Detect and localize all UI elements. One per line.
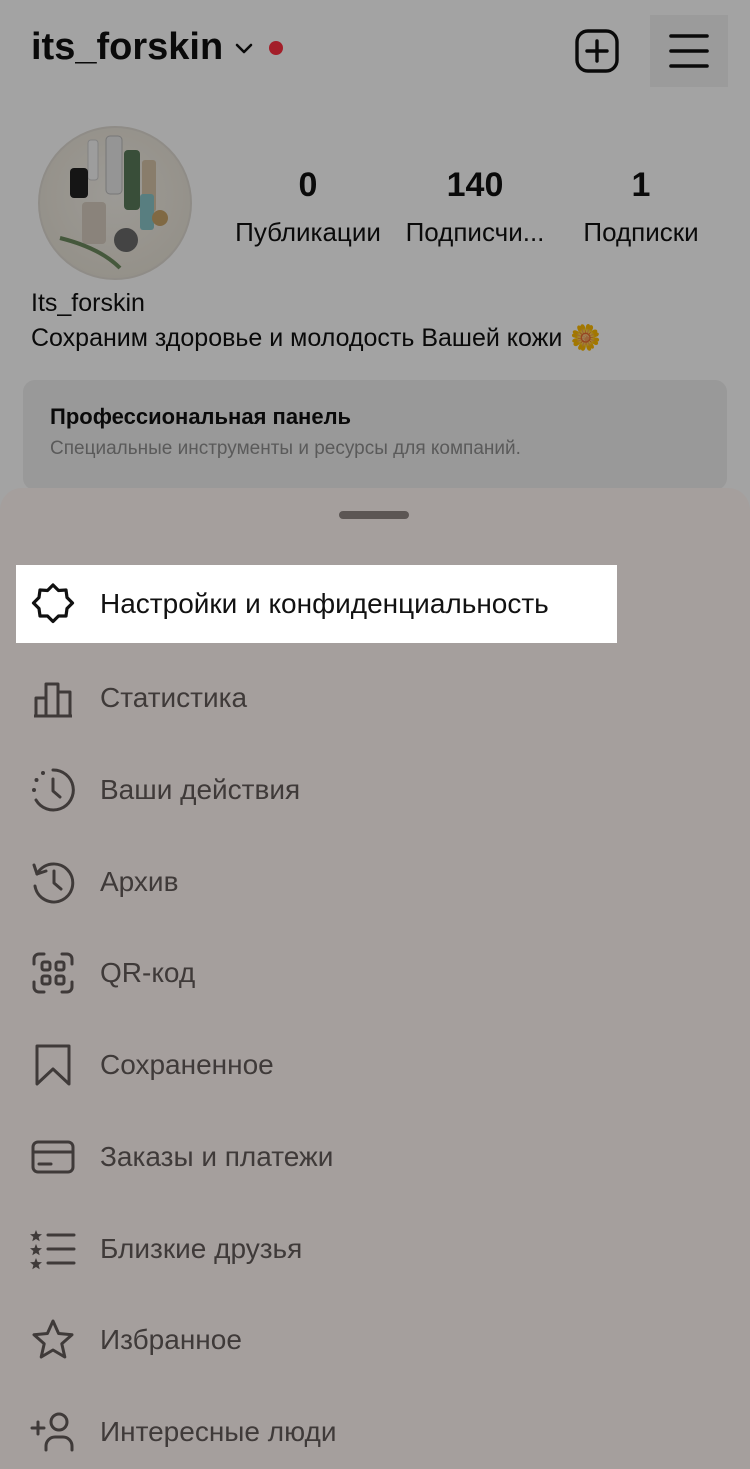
close-friends-list-icon xyxy=(29,1225,77,1273)
credit-card-icon xyxy=(29,1133,77,1181)
menu-item-label: Сохраненное xyxy=(100,1049,274,1080)
menu-item-favorites[interactable]: Избранное xyxy=(0,1300,750,1380)
menu-item-label: Близкие друзья xyxy=(100,1233,303,1264)
bar-chart-icon xyxy=(29,674,77,722)
menu-item-archive[interactable]: Архив xyxy=(0,842,750,922)
star-icon xyxy=(29,1316,77,1364)
menu-item-your-activity[interactable]: Ваши действия xyxy=(0,750,750,830)
menu-item-orders-payments[interactable]: Заказы и платежи xyxy=(0,1117,750,1197)
menu-item-label: Статистика xyxy=(100,682,248,713)
menu-item-label: Настройки и конфиденциальность xyxy=(100,588,549,619)
menu-item-label: Заказы и платежи xyxy=(100,1141,334,1172)
archive-history-icon xyxy=(29,858,77,906)
drag-handle[interactable] xyxy=(339,511,409,519)
menu-item-label: Интересные люди xyxy=(100,1416,337,1447)
menu-item-discover-people[interactable]: Интересные люди xyxy=(0,1392,750,1469)
menu-item-close-friends[interactable]: Близкие друзья xyxy=(0,1209,750,1289)
menu-item-label: Ваши действия xyxy=(100,774,301,805)
menu-item-label: QR-код xyxy=(100,957,196,988)
settings-gear-icon xyxy=(29,580,77,628)
menu-item-label: Архив xyxy=(100,866,179,897)
menu-item-insights[interactable]: Статистика xyxy=(0,658,750,738)
menu-item-settings[interactable]: Настройки и конфиденциальность xyxy=(16,565,617,643)
menu-item-qr-code[interactable]: QR-код xyxy=(0,933,750,1013)
menu-bottom-sheet: Настройки и конфиденциальность Статистик… xyxy=(0,488,750,1469)
activity-clock-icon xyxy=(29,766,77,814)
menu-item-label: Избранное xyxy=(100,1324,242,1355)
bookmark-icon xyxy=(29,1041,77,1089)
qr-code-icon xyxy=(29,949,77,997)
menu-item-saved[interactable]: Сохраненное xyxy=(0,1025,750,1105)
add-person-icon xyxy=(29,1408,77,1456)
